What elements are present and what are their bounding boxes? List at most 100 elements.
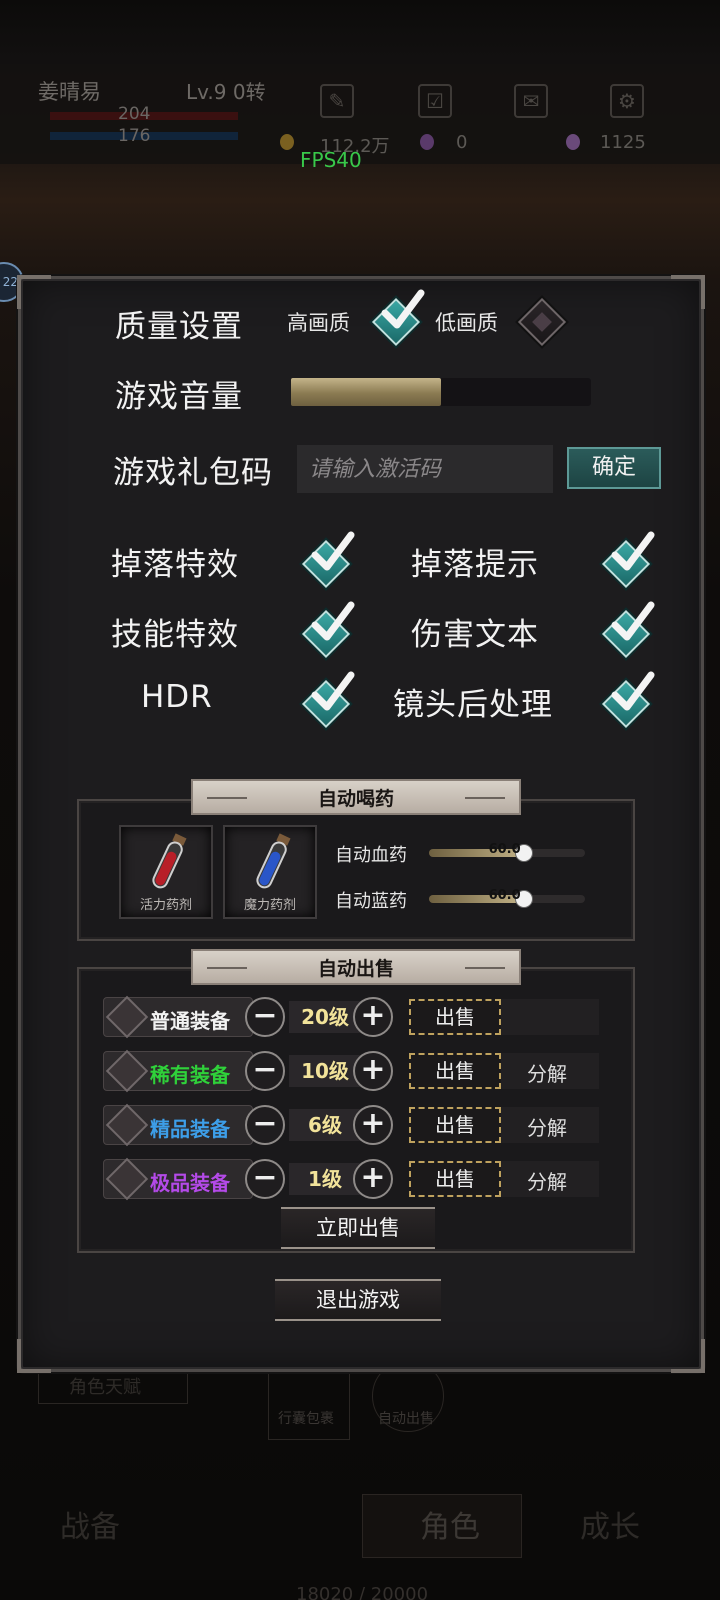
damage-text-checkbox[interactable]	[599, 601, 655, 661]
fps-counter: FPS40	[300, 148, 362, 172]
high-quality-label: 高画质	[287, 311, 350, 335]
sell-toggle-button[interactable]: 出售	[409, 999, 501, 1035]
panel-corner-ornament	[671, 1339, 705, 1373]
level-value: 6级	[289, 1109, 361, 1141]
decompose-toggle[interactable]: 分解	[527, 1058, 567, 1087]
check-icon	[311, 531, 355, 571]
level-decrease-button[interactable]: −	[245, 1051, 285, 1091]
hp-potion-icon	[152, 833, 187, 889]
level-increase-button[interactable]: +	[353, 1051, 393, 1091]
level-increase-button[interactable]: +	[353, 1159, 393, 1199]
check-icon	[311, 601, 355, 641]
auto-sell-shortcut-label: 自动出售	[378, 1411, 434, 1427]
mp-potion-name: 魔力药剂	[243, 898, 296, 913]
gift-code-label: 游戏礼包码	[113, 455, 273, 491]
level-increase-button[interactable]: +	[353, 1105, 393, 1145]
auto-sell-row: 普通装备 −20级 + 出售	[103, 995, 671, 1039]
check-icon	[611, 671, 655, 711]
tab-growth[interactable]: 成长	[580, 1502, 640, 1546]
high-quality-checkbox[interactable]	[369, 289, 425, 349]
tier-diamond-icon	[105, 1157, 149, 1201]
tab-character[interactable]: 角色	[420, 1502, 480, 1546]
level-increase-button[interactable]: +	[353, 997, 393, 1037]
mp-value: 176	[118, 126, 151, 146]
notice-icon[interactable]: ✎	[320, 84, 354, 118]
level-decrease-button[interactable]: −	[245, 1105, 285, 1145]
check-icon	[611, 601, 655, 641]
toggle-label-damage-text: 伤害文本	[411, 617, 539, 653]
auto-hp-slider[interactable]: 60.0	[429, 842, 585, 862]
skill-effect-checkbox[interactable]	[299, 601, 355, 661]
toggle-label-skill-effect: 技能特效	[111, 617, 239, 653]
level-value: 1级	[289, 1163, 361, 1195]
toggle-label-hdr: HDR	[141, 679, 213, 715]
tier-name: 普通装备	[150, 1009, 230, 1033]
gift-code-input[interactable]	[297, 445, 553, 493]
level-value: 10级	[289, 1055, 361, 1087]
auto-potion-panel: 活力药剂 魔力药剂 自动血药 60.0 自动蓝药 60.0	[77, 799, 635, 941]
sell-now-button[interactable]: 立即出售	[281, 1207, 435, 1249]
tier-name: 精品装备	[150, 1117, 230, 1141]
mail-icon[interactable]: ✉	[514, 84, 548, 118]
auto-sell-title: 自动出售	[191, 949, 521, 985]
player-name: 姜晴易	[38, 80, 101, 104]
sell-toggle-button[interactable]: 出售	[409, 1161, 501, 1197]
crystal-amount: 1125	[600, 132, 646, 153]
auto-mp-label: 自动蓝药	[335, 891, 407, 912]
check-icon	[381, 289, 425, 329]
tab-battle[interactable]: 战备	[60, 1502, 120, 1546]
low-quality-checkbox[interactable]	[515, 295, 569, 349]
tier-diamond-icon	[105, 1103, 149, 1147]
tasks-icon[interactable]: ☑	[418, 84, 452, 118]
drop-hint-checkbox[interactable]	[599, 531, 655, 591]
sell-toggle-button[interactable]: 出售	[409, 1053, 501, 1089]
bag-label: 行囊包裹	[278, 1411, 334, 1427]
gem-amount: 0	[456, 132, 468, 153]
auto-mp-value: 60.0	[488, 888, 521, 903]
volume-label: 游戏音量	[115, 379, 243, 415]
gift-code-confirm-button[interactable]: 确定	[567, 447, 661, 489]
gear-icon[interactable]: ⚙	[610, 84, 644, 118]
level-decrease-button[interactable]: −	[245, 997, 285, 1037]
auto-sell-row: 稀有装备 −10级 + 出售 分解	[103, 1049, 671, 1093]
auto-sell-title-text: 自动出售	[317, 958, 394, 980]
hp-potion-name: 活力药剂	[139, 898, 192, 913]
volume-slider[interactable]	[291, 378, 591, 406]
auto-potion-title: 自动喝药	[191, 779, 521, 815]
tier-badge: 普通装备	[103, 995, 253, 1039]
panel-corner-ornament	[671, 275, 705, 309]
auto-sell-row: 极品装备 −1级 + 出售 分解	[103, 1157, 671, 1201]
hp-potion-slot[interactable]: 活力药剂	[119, 825, 213, 919]
exit-game-button[interactable]: 退出游戏	[275, 1279, 441, 1321]
low-quality-label: 低画质	[435, 311, 498, 335]
decompose-toggle[interactable]: 分解	[527, 1112, 567, 1141]
exp-counter: 18020 / 20000	[296, 1584, 429, 1600]
mp-potion-slot[interactable]: 魔力药剂	[223, 825, 317, 919]
auto-potion-title-text: 自动喝药	[317, 788, 394, 810]
settings-panel: 质量设置 高画质 低画质 游戏音量 游戏礼包码 确定 掉落特效 掉落提示 技能特…	[17, 275, 705, 1373]
hdr-checkbox[interactable]	[299, 671, 355, 731]
panel-corner-ornament	[17, 1339, 51, 1373]
gold-icon	[280, 134, 294, 150]
tier-badge: 稀有装备	[103, 1049, 253, 1093]
tier-name: 极品装备	[150, 1171, 230, 1195]
toggle-label-drop-effect: 掉落特效	[111, 547, 239, 583]
tier-badge: 极品装备	[103, 1157, 253, 1201]
panel-corner-ornament	[17, 275, 51, 309]
auto-mp-slider[interactable]: 60.0	[429, 888, 585, 908]
bag-button[interactable]	[268, 1360, 350, 1440]
sell-toggle-button[interactable]: 出售	[409, 1107, 501, 1143]
tier-name: 稀有装备	[150, 1063, 230, 1087]
drop-effect-checkbox[interactable]	[299, 531, 355, 591]
post-processing-checkbox[interactable]	[599, 671, 655, 731]
decompose-toggle[interactable]: 分解	[527, 1166, 567, 1195]
tier-badge: 精品装备	[103, 1103, 253, 1147]
volume-slider-fill	[291, 378, 441, 406]
toggle-label-drop-hint: 掉落提示	[411, 547, 539, 583]
level-value: 20级	[289, 1001, 361, 1033]
quality-label: 质量设置	[115, 309, 243, 345]
level-decrease-button[interactable]: −	[245, 1159, 285, 1199]
check-icon	[311, 671, 355, 711]
auto-hp-value: 60.0	[488, 842, 521, 857]
crystal-icon	[566, 134, 580, 150]
